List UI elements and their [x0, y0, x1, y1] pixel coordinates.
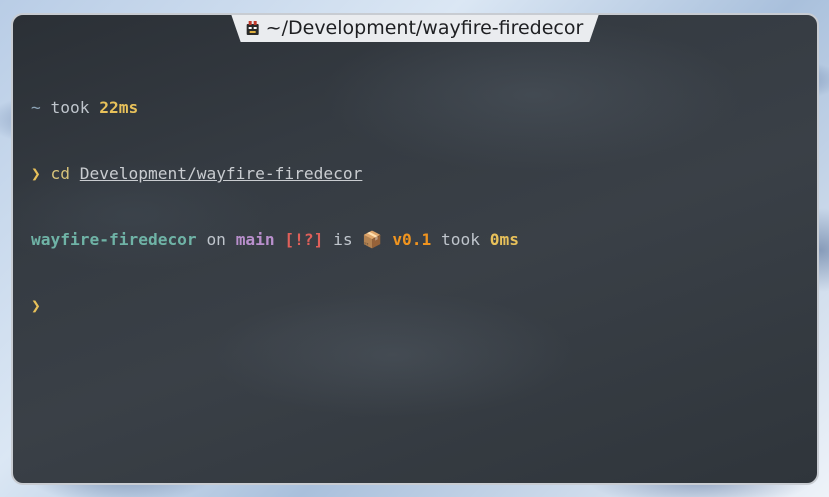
- on-label: on: [206, 230, 226, 249]
- prompt-chevron: ❯: [31, 164, 41, 183]
- took-label-2: took: [441, 230, 481, 249]
- git-status: [!?]: [284, 230, 324, 249]
- terminal-line-4[interactable]: ❯: [31, 295, 519, 317]
- terminal-line-3: wayfire-firedecor on main [!?] is 📦 v0.1…: [31, 229, 519, 251]
- command-name: cd: [50, 164, 71, 183]
- package-icon: 📦: [362, 230, 383, 249]
- command-argument-path: Development/wayfire-firedecor: [79, 164, 363, 183]
- is-label: is: [333, 230, 353, 249]
- git-branch-name: main: [235, 230, 275, 249]
- package-version: v0.1: [392, 230, 432, 249]
- terminal-app-icon: [245, 20, 261, 36]
- window-titlebar[interactable]: ~/Development/wayfire-firedecor: [231, 13, 600, 42]
- duration-value: 22ms: [99, 98, 139, 117]
- duration-value-2: 0ms: [489, 230, 520, 249]
- prompt-chevron-active: ❯: [31, 296, 41, 315]
- terminal-line-2: ❯ cd Development/wayfire-firedecor: [31, 163, 519, 185]
- terminal-output[interactable]: ~ took 22ms ❯ cd Development/wayfire-fir…: [31, 53, 519, 361]
- current-directory: wayfire-firedecor: [31, 230, 197, 249]
- took-label: took: [50, 98, 90, 117]
- window-title: ~/Development/wayfire-firedecor: [265, 16, 584, 39]
- terminal-window[interactable]: ~/Development/wayfire-firedecor ~ took 2…: [11, 13, 819, 485]
- cwd-tilde: ~: [31, 98, 41, 117]
- terminal-line-1: ~ took 22ms: [31, 97, 519, 119]
